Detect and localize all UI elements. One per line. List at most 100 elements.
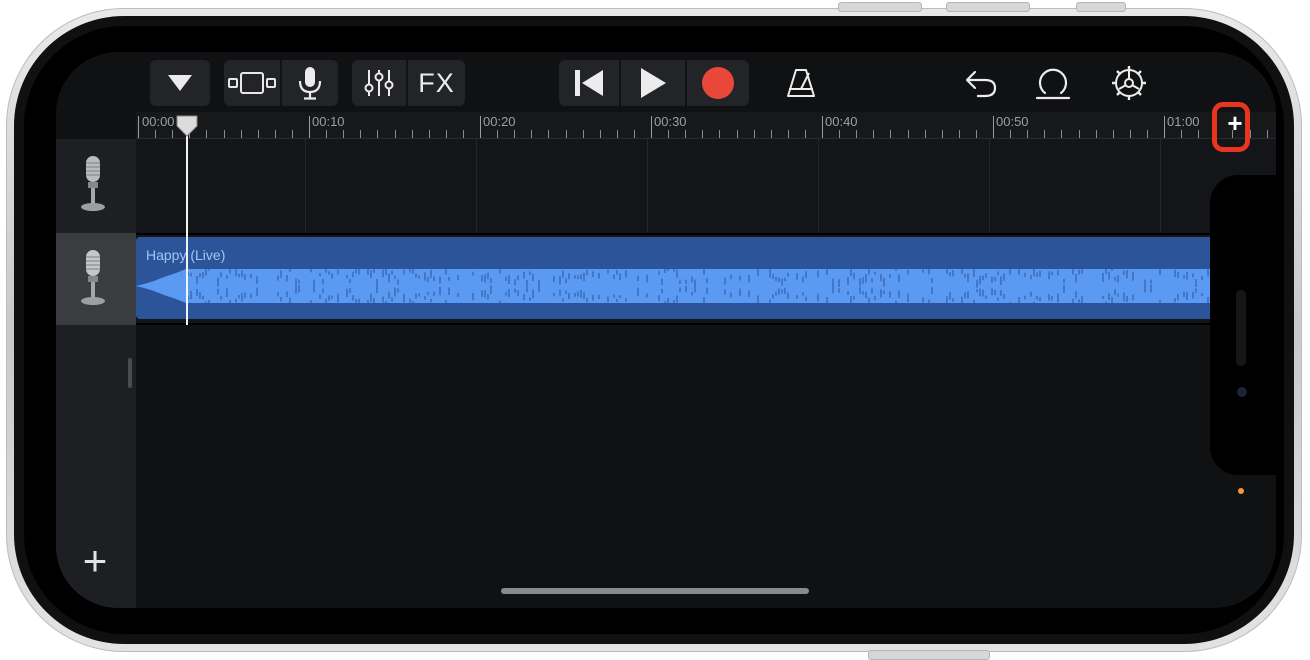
ruler-tick: [1112, 130, 1114, 138]
ruler-tick: [736, 130, 738, 138]
silent-switch: [1076, 2, 1126, 12]
transport-group: [559, 60, 749, 106]
track-controls-button[interactable]: [352, 60, 406, 106]
ruler-tick: [1266, 130, 1268, 138]
ruler-tick: [565, 130, 567, 138]
settings-button[interactable]: [1106, 62, 1152, 104]
ruler-tick: [873, 130, 875, 138]
header-resize-handle[interactable]: [128, 358, 132, 388]
ruler-tick: [309, 116, 310, 138]
track-separator: [136, 323, 1276, 325]
ruler-tick: [480, 116, 481, 138]
timeline-ruler[interactable]: 00:00 00:10 00:20 00:30 00:40 00:50 01:0…: [136, 112, 1276, 139]
tracks-view-icon: [228, 72, 276, 94]
ruler-tick: [531, 130, 533, 138]
track-separator: [136, 233, 1276, 235]
ruler-tick: [993, 116, 994, 138]
ruler-tick: [958, 130, 960, 138]
ruler-label: 00:00: [142, 114, 175, 129]
microphone-icon: [81, 250, 105, 305]
ruler-tick: [839, 130, 841, 138]
record-button[interactable]: [687, 60, 749, 106]
tracks-view-button[interactable]: [224, 60, 280, 106]
ruler-tick: [599, 130, 601, 138]
ruler-label: 00:20: [483, 114, 516, 129]
ruler-tick: [1010, 130, 1012, 138]
microphone-icon: [81, 156, 105, 211]
ruler-label: 01:00: [1167, 114, 1200, 129]
play-button[interactable]: [621, 60, 685, 106]
ruler-tick: [685, 130, 687, 138]
loop-icon: [1035, 68, 1071, 100]
ruler-tick: [172, 130, 174, 138]
ruler-label: 00:30: [654, 114, 687, 129]
fx-button[interactable]: FX: [408, 60, 465, 106]
play-icon: [641, 68, 666, 98]
undo-icon: [965, 70, 997, 98]
ruler-tick: [1181, 130, 1183, 138]
undo-button[interactable]: [958, 62, 1004, 104]
sliders-icon: [364, 70, 394, 96]
side-button: [868, 650, 990, 660]
ruler-tick: [291, 130, 293, 138]
ruler-tick: [941, 130, 943, 138]
ruler-tick: [1164, 116, 1165, 138]
view-group: [224, 60, 338, 106]
ruler-tick: [445, 130, 447, 138]
ruler-tick: [343, 130, 345, 138]
gear-icon: [1112, 66, 1146, 100]
ruler-tick: [1146, 130, 1148, 138]
metronome-button[interactable]: [778, 62, 824, 104]
ruler-label: 00:10: [312, 114, 345, 129]
ruler-tick: [668, 130, 670, 138]
add-track-button[interactable]: +: [72, 538, 118, 584]
ruler-tick: [856, 130, 858, 138]
ruler-tick: [1044, 130, 1046, 138]
ruler-tick: [907, 130, 909, 138]
audio-region[interactable]: Happy (Live): [136, 237, 1216, 319]
ruler-tick: [428, 130, 430, 138]
ruler-tick: [616, 130, 618, 138]
ruler-tick: [138, 116, 139, 138]
ruler-tick: [377, 130, 379, 138]
ruler-tick: [1061, 130, 1063, 138]
ruler-tick: [804, 130, 806, 138]
volume-down-button: [946, 2, 1030, 12]
track-header-2-selected[interactable]: [56, 233, 136, 325]
ruler-tick: [548, 130, 550, 138]
ruler-tick: [1129, 130, 1131, 138]
privacy-indicator-dot: [1238, 488, 1244, 494]
loop-browser-button[interactable]: [1030, 62, 1076, 104]
volume-up-button: [838, 2, 922, 12]
ruler-tick: [822, 116, 823, 138]
home-indicator: [501, 588, 809, 594]
microphone-icon: [298, 67, 322, 100]
skip-back-icon: [575, 70, 603, 96]
triangle-down-icon: [168, 75, 192, 91]
plus-icon: +: [82, 537, 108, 584]
ruler-label: 00:50: [996, 114, 1029, 129]
ruler-tick: [411, 130, 413, 138]
ruler-tick: [206, 130, 208, 138]
playhead-line: [186, 132, 188, 325]
ruler-tick: [240, 130, 242, 138]
ruler-tick: [360, 130, 362, 138]
ruler-tick: [770, 130, 772, 138]
fx-label: FX: [418, 67, 455, 98]
browser-group: [150, 60, 210, 106]
instrument-button[interactable]: [282, 60, 338, 106]
front-camera: [1237, 387, 1247, 397]
ruler-tick: [1095, 130, 1097, 138]
ruler-tick: [975, 130, 977, 138]
go-to-beginning-button[interactable]: [559, 60, 619, 106]
ruler-tick: [514, 130, 516, 138]
playhead-handle[interactable]: [175, 114, 199, 138]
ruler-tick: [497, 130, 499, 138]
ruler-tick: [257, 130, 259, 138]
track-header-1[interactable]: [56, 139, 136, 234]
ruler-tick: [633, 130, 635, 138]
ruler-tick: [787, 130, 789, 138]
browser-dropdown-button[interactable]: [150, 60, 210, 106]
record-icon: [702, 67, 734, 99]
track-lane-1[interactable]: [136, 139, 1276, 233]
